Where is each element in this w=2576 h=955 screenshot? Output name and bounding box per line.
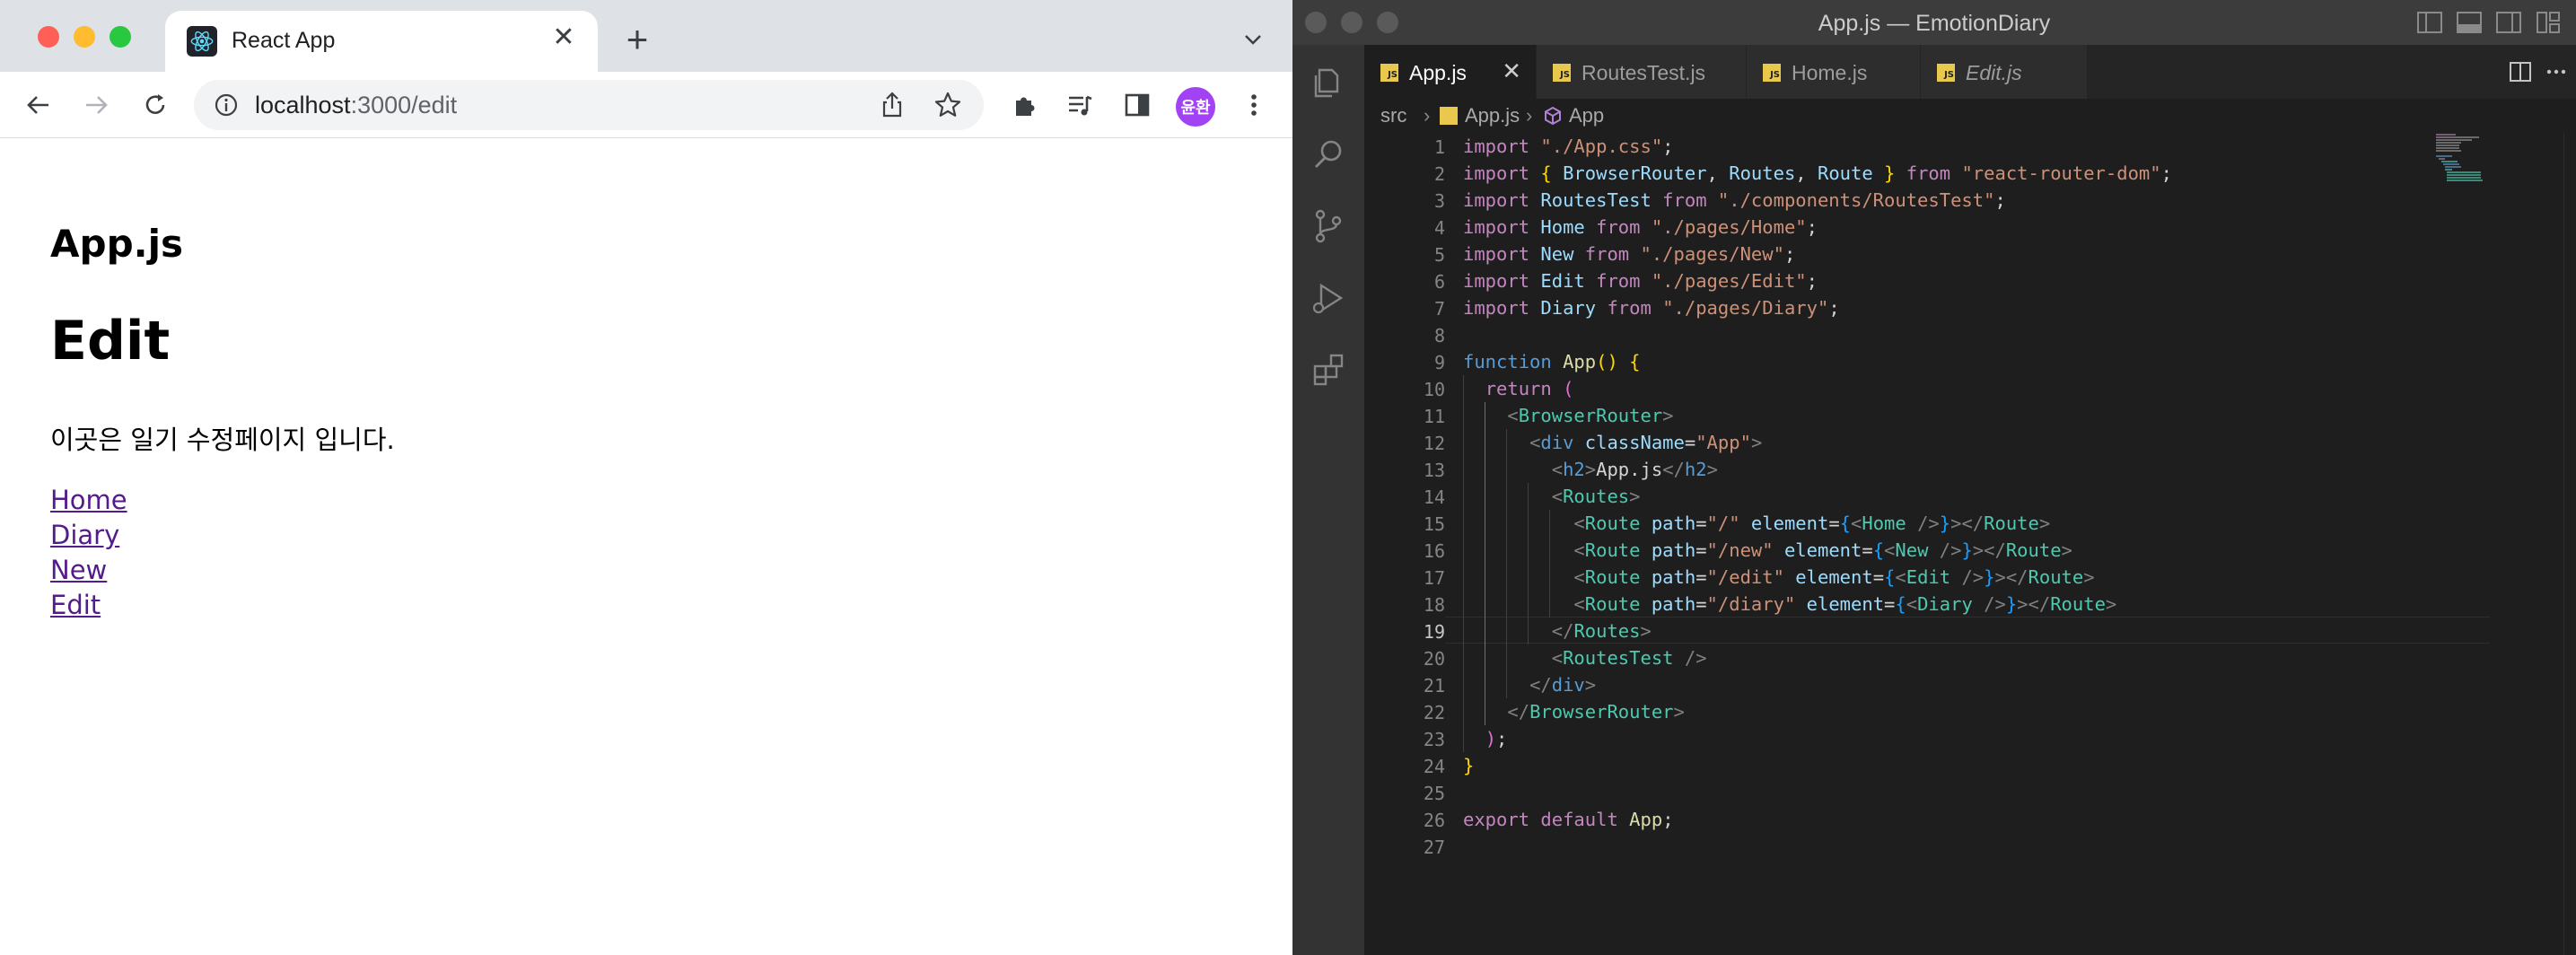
line-number: 24: [1423, 756, 1445, 777]
line-number: 22: [1423, 702, 1445, 723]
extensions-icon[interactable]: [1309, 350, 1348, 390]
profile-avatar[interactable]: 윤환: [1176, 87, 1215, 127]
reload-icon[interactable]: [136, 86, 174, 124]
line-number: 20: [1423, 648, 1445, 670]
toggle-primary-sidebar-icon[interactable]: [2416, 10, 2443, 35]
run-debug-icon[interactable]: [1309, 278, 1348, 318]
line-number: 13: [1423, 460, 1445, 481]
source-control-icon[interactable]: [1309, 206, 1348, 246]
app-heading: App.js: [50, 222, 183, 266]
page-description: 이곳은 일기 수정페이지 입니다.: [50, 425, 395, 455]
extensions-puzzle-icon[interactable]: [1005, 86, 1043, 124]
chevron-down-icon[interactable]: [1237, 23, 1269, 56]
line-number: 18: [1423, 594, 1445, 616]
zoom-window-button[interactable]: [110, 26, 131, 48]
line-number: 7: [1433, 298, 1445, 320]
js-file-icon: JS: [1553, 64, 1571, 82]
breadcrumb-file[interactable]: App.js: [1465, 104, 1520, 127]
line-number: 17: [1423, 567, 1445, 589]
more-vert-icon[interactable]: [1235, 86, 1273, 124]
more-horizontal-icon[interactable]: [2544, 59, 2569, 84]
side-panel-icon[interactable]: [1118, 86, 1156, 124]
line-number: 15: [1423, 513, 1445, 535]
bookmark-star-icon[interactable]: [932, 89, 964, 121]
tab-strip: React App ✕ +: [0, 0, 1292, 72]
editor-actions: [2495, 45, 2576, 99]
explorer-icon[interactable]: [1309, 63, 1348, 102]
line-number: 6: [1433, 271, 1445, 293]
line-number: 1: [1433, 136, 1445, 158]
editor-tabs: JS App.js ✕ JS RoutesTest.js JS Home.js …: [1364, 45, 2576, 99]
search-icon[interactable]: [1309, 135, 1348, 174]
browser-window: React App ✕ + localhost:3000/edit 윤환 App…: [0, 0, 1292, 955]
breadcrumb-symbol[interactable]: App: [1569, 104, 1604, 127]
close-window-button[interactable]: [38, 26, 59, 48]
symbol-method-icon: [1542, 105, 1564, 132]
line-number: 14: [1423, 486, 1445, 508]
close-tab-icon[interactable]: ✕: [1502, 57, 1521, 84]
line-number: 26: [1423, 810, 1445, 831]
js-file-icon: [1440, 107, 1458, 125]
line-number: 9: [1433, 352, 1445, 373]
link-diary[interactable]: Diary: [50, 518, 127, 553]
vscode-titlebar: App.js — EmotionDiary: [1292, 0, 2576, 45]
page-title: Edit: [50, 310, 171, 372]
breadcrumb: src › App.js › App: [1364, 99, 2576, 133]
breadcrumb-folder[interactable]: src: [1380, 104, 1406, 127]
line-number: 27: [1423, 837, 1445, 858]
media-queue-icon[interactable]: [1061, 86, 1099, 124]
vertical-scrollbar[interactable]: [2563, 133, 2576, 955]
line-number: 3: [1433, 190, 1445, 212]
split-editor-icon[interactable]: [2508, 59, 2533, 84]
chevron-right-icon: ›: [1526, 104, 1533, 127]
site-info-icon[interactable]: [212, 91, 241, 119]
tab-close-icon[interactable]: ✕: [548, 22, 580, 54]
page-content: App.js Edit 이곳은 일기 수정페이지 입니다. Home Diary…: [0, 139, 1292, 955]
link-home[interactable]: Home: [50, 483, 127, 518]
line-number: 5: [1433, 244, 1445, 266]
link-new[interactable]: New: [50, 553, 127, 588]
address-bar[interactable]: localhost:3000/edit: [194, 80, 984, 130]
minimap[interactable]: [2436, 133, 2490, 187]
line-number: 8: [1433, 325, 1445, 346]
customize-layout-icon[interactable]: [2535, 10, 2562, 35]
window-title: App.js — EmotionDiary: [1818, 11, 2051, 36]
line-number: 11: [1423, 406, 1445, 427]
browser-toolbar: localhost:3000/edit 윤환: [0, 72, 1292, 138]
line-number: 19: [1423, 621, 1445, 643]
forward-arrow-icon[interactable]: [77, 86, 115, 124]
activity-bar: [1292, 45, 1364, 955]
link-edit[interactable]: Edit: [50, 588, 127, 623]
line-number: 10: [1423, 379, 1445, 400]
minimize-window-button[interactable]: [74, 26, 95, 48]
new-tab-icon[interactable]: +: [619, 21, 655, 58]
js-file-icon: JS: [1380, 64, 1398, 82]
tab-app-js[interactable]: JS App.js ✕: [1364, 45, 1537, 99]
js-file-icon: JS: [1937, 64, 1955, 82]
browser-tab[interactable]: React App ✕: [165, 11, 598, 72]
tab-routestest-js[interactable]: JS RoutesTest.js: [1537, 45, 1747, 99]
line-number: 25: [1423, 783, 1445, 804]
chevron-right-icon: ›: [1424, 104, 1431, 127]
vscode-window: App.js — EmotionDiary JS App.js ✕ JS Rou…: [1292, 0, 2576, 955]
toggle-panel-icon[interactable]: [2456, 10, 2483, 35]
line-number: 12: [1423, 433, 1445, 454]
toggle-secondary-sidebar-icon[interactable]: [2495, 10, 2522, 35]
tab-edit-js[interactable]: JS Edit.js: [1921, 45, 2088, 99]
line-number: 2: [1433, 163, 1445, 185]
line-number: 21: [1423, 675, 1445, 697]
tab-home-js[interactable]: JS Home.js: [1747, 45, 1921, 99]
js-file-icon: JS: [1763, 64, 1781, 82]
url-text: localhost:3000/edit: [255, 92, 458, 118]
line-number: 23: [1423, 729, 1445, 750]
tab-title: React App: [232, 28, 336, 53]
line-number: 16: [1423, 540, 1445, 562]
share-icon[interactable]: [876, 89, 908, 121]
react-logo-icon: [187, 26, 217, 57]
nav-links: Home Diary New Edit: [50, 483, 127, 623]
code-editor[interactable]: 1 2 3 4 5 6 7 8 9 10 11 12 13 14 15 16 17 18 19 20 21 22 23 24 2…: [1364, 133, 2576, 955]
back-arrow-icon[interactable]: [20, 86, 57, 124]
line-number: 4: [1433, 217, 1445, 239]
